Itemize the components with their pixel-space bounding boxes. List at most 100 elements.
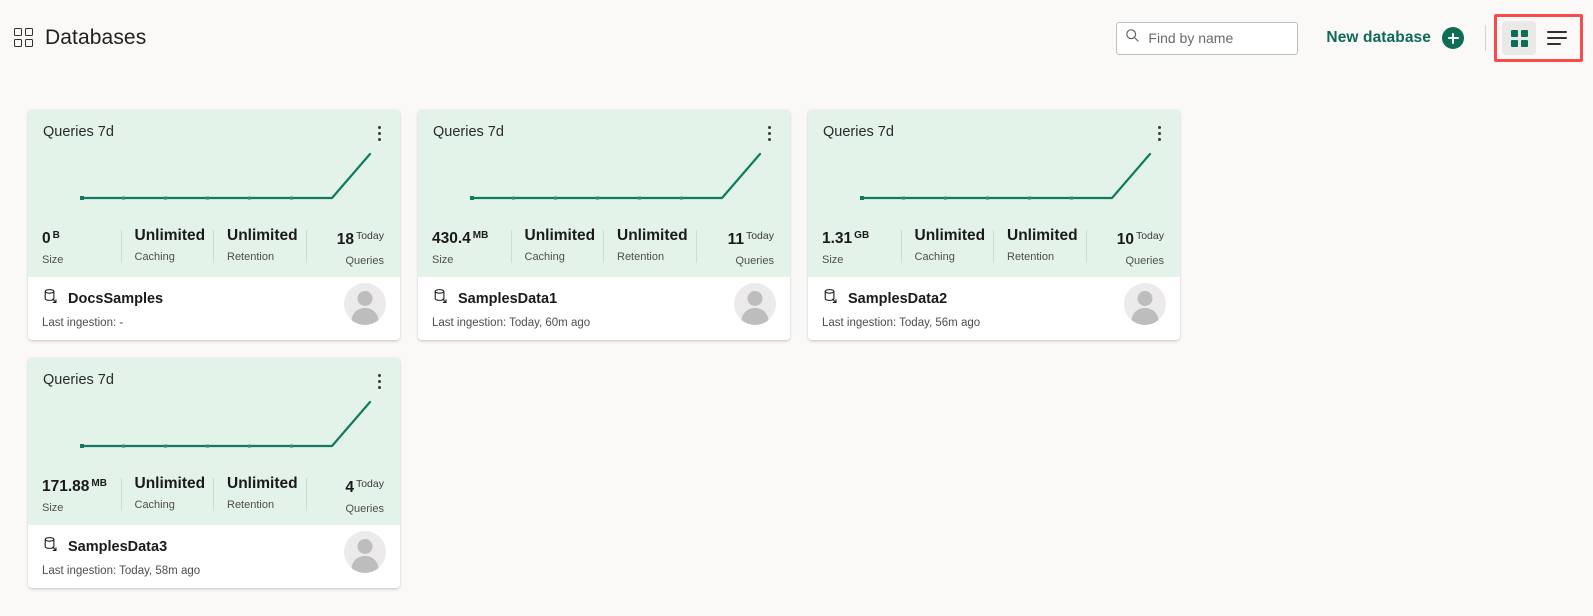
database-icon <box>432 288 449 310</box>
stat-retention: Unlimited Retention <box>213 475 306 511</box>
search-box[interactable] <box>1116 21 1299 55</box>
database-card[interactable]: Queries 7d 1.31 GB Size Unlimited Cachin… <box>808 110 1180 340</box>
card-footer: SamplesData1 Last ingestion: Today, 60m … <box>418 277 790 340</box>
stat-retention-label: Retention <box>1007 251 1055 263</box>
stat-size-value: 430.4 <box>432 230 471 247</box>
stat-caching: Unlimited Caching <box>120 475 214 511</box>
database-name: SamplesData3 <box>68 539 168 555</box>
stat-size-value: 0 <box>42 230 51 247</box>
new-database-button[interactable]: New database <box>1326 27 1464 49</box>
stat-queries-period: Today <box>745 230 774 242</box>
more-vertical-icon[interactable] <box>371 122 387 144</box>
chart-title: Queries 7d <box>823 124 894 140</box>
stat-size-unit: B <box>52 230 60 241</box>
grid-icon <box>14 28 34 48</box>
stat-size-unit: MB <box>472 230 489 241</box>
database-card[interactable]: Queries 7d 430.4 MB Size Unlimited Cachi… <box>418 110 790 340</box>
search-input[interactable] <box>1148 30 1290 46</box>
user-avatar <box>1124 283 1166 325</box>
stat-retention-value: Unlimited <box>1007 227 1078 244</box>
stat-queries: 10 Today Queries <box>1085 227 1181 267</box>
user-avatar <box>734 283 776 325</box>
card-chart-area: Queries 7d 430.4 MB Size Unlimited Cachi… <box>418 110 790 277</box>
stat-retention-value: Unlimited <box>227 475 298 492</box>
stat-size-label: Size <box>42 254 64 266</box>
stat-caching-label: Caching <box>524 251 565 263</box>
queries-sparkline <box>860 152 1152 200</box>
page-header: Databases New database <box>0 0 1593 76</box>
database-row[interactable]: SamplesData3 <box>42 536 386 558</box>
stat-caching-value: Unlimited <box>134 475 206 492</box>
stat-retention-label: Retention <box>227 499 275 511</box>
database-icon <box>822 288 839 310</box>
database-name: DocsSamples <box>68 291 164 307</box>
stat-queries: 18 Today Queries <box>305 227 401 267</box>
stat-retention-label: Retention <box>227 251 275 263</box>
stat-size-value: 1.31 <box>822 230 853 247</box>
card-stats: 0B Size Unlimited Caching Unlimited Rete… <box>28 227 400 267</box>
stat-size: 430.4 MB Size <box>418 227 511 266</box>
card-footer: DocsSamples Last ingestion: - <box>28 277 400 340</box>
stat-queries: 11 Today Queries <box>695 227 791 267</box>
more-vertical-icon[interactable] <box>1151 122 1167 144</box>
stat-size-label: Size <box>432 254 454 266</box>
card-stats: 430.4 MB Size Unlimited Caching Unlimited… <box>418 227 790 267</box>
plus-icon[interactable] <box>1442 27 1464 49</box>
header-divider <box>1485 25 1486 51</box>
list-view-button[interactable] <box>1540 21 1574 55</box>
queries-sparkline <box>470 152 762 200</box>
header-left: Databases <box>0 26 146 50</box>
queries-sparkline <box>80 152 372 200</box>
stat-queries-label: Queries <box>345 503 384 515</box>
stat-caching-label: Caching <box>914 251 955 263</box>
stat-queries-period: Today <box>355 478 384 490</box>
last-ingestion: Last ingestion: Today, 60m ago <box>432 317 591 329</box>
stat-queries-value: 10 <box>1116 231 1134 248</box>
stat-caching: Unlimited Caching <box>510 227 604 263</box>
stat-queries-value: 18 <box>336 231 354 248</box>
database-card-grid: Queries 7d 0B Size Unlimited Caching Unl… <box>28 110 1568 588</box>
stat-size-label: Size <box>822 254 844 266</box>
stat-queries-label: Queries <box>345 255 384 267</box>
card-footer: SamplesData3 Last ingestion: Today, 58m … <box>28 525 400 588</box>
database-row[interactable]: DocsSamples <box>42 288 386 310</box>
database-name: SamplesData2 <box>848 291 948 307</box>
user-avatar <box>344 283 386 325</box>
stat-caching-value: Unlimited <box>914 227 986 244</box>
stat-caching: Unlimited Caching <box>120 227 214 263</box>
card-chart-area: Queries 7d 0B Size Unlimited Caching Unl… <box>28 110 400 277</box>
stat-retention-value: Unlimited <box>227 227 298 244</box>
last-ingestion: Last ingestion: Today, 58m ago <box>42 565 201 577</box>
last-ingestion: Last ingestion: Today, 56m ago <box>822 317 981 329</box>
more-vertical-icon[interactable] <box>761 122 777 144</box>
stat-size: 1.31 GB Size <box>808 227 901 266</box>
page-title: Databases <box>45 26 147 49</box>
stat-retention: Unlimited Retention <box>993 227 1086 263</box>
user-avatar <box>344 531 386 573</box>
stat-size-value: 171.88 <box>42 478 90 495</box>
database-row[interactable]: SamplesData1 <box>432 288 776 310</box>
databases-page: Databases New database <box>0 0 1593 616</box>
stat-size-unit: GB <box>854 230 870 241</box>
card-chart-area: Queries 7d 1.31 GB Size Unlimited Cachin… <box>808 110 1180 277</box>
stat-retention: Unlimited Retention <box>603 227 696 263</box>
grid-view-icon <box>1510 29 1528 47</box>
stat-queries-label: Queries <box>1125 255 1164 267</box>
search-icon <box>1125 28 1140 48</box>
more-vertical-icon[interactable] <box>371 370 387 392</box>
database-card[interactable]: Queries 7d 0B Size Unlimited Caching Unl… <box>28 110 400 340</box>
stat-retention-value: Unlimited <box>617 227 688 244</box>
database-icon <box>42 288 59 310</box>
last-ingestion: Last ingestion: - <box>42 317 124 329</box>
stat-queries: 4 Today Queries <box>305 475 401 515</box>
database-name: SamplesData1 <box>458 291 558 307</box>
card-stats: 171.88 MB Size Unlimited Caching Unlimite… <box>28 475 400 515</box>
stat-size: 171.88 MB Size <box>28 475 121 514</box>
stat-queries-value: 4 <box>345 479 354 496</box>
database-card[interactable]: Queries 7d 171.88 MB Size Unlimited Cach… <box>28 358 400 588</box>
stat-caching-value: Unlimited <box>134 227 206 244</box>
grid-view-button[interactable] <box>1502 21 1536 55</box>
queries-sparkline <box>80 400 372 448</box>
chart-title: Queries 7d <box>433 124 504 140</box>
database-row[interactable]: SamplesData2 <box>822 288 1166 310</box>
